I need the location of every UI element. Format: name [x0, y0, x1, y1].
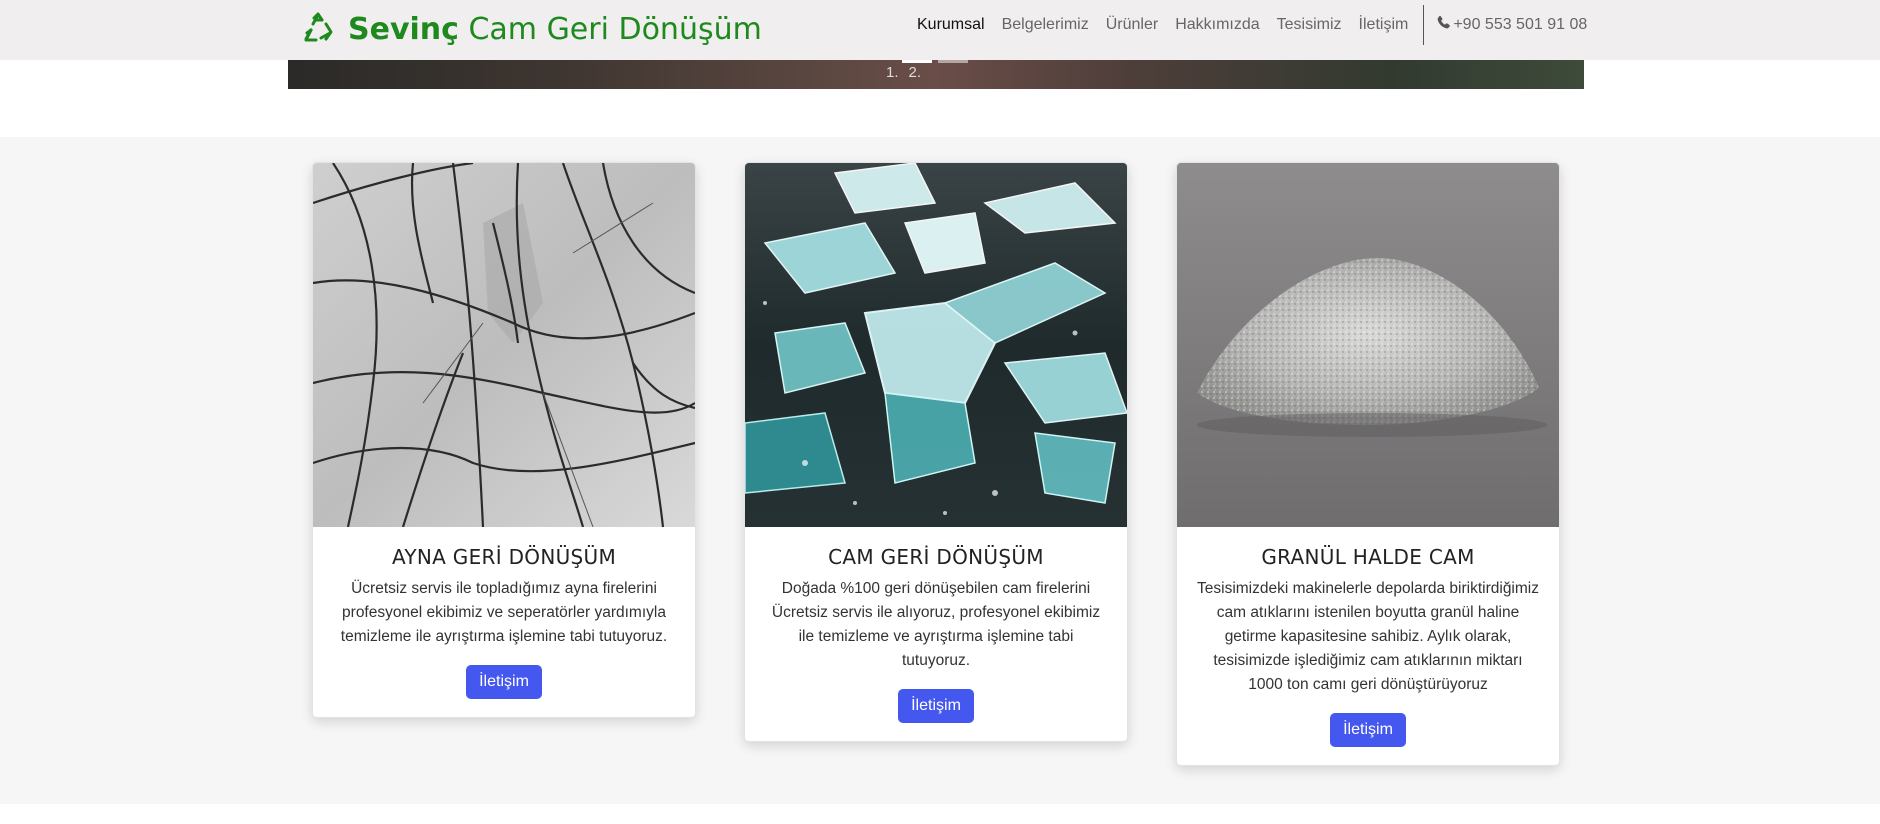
brand-name-bold: Sevinç	[348, 12, 459, 47]
carousel-indicator-label-2[interactable]: 2.	[909, 64, 922, 81]
nav-item-iletisim[interactable]: İletişim	[1359, 16, 1409, 34]
contact-button[interactable]: İletişim	[898, 689, 974, 723]
contact-button[interactable]: İletişim	[466, 665, 542, 699]
carousel-indicator-1[interactable]	[902, 60, 932, 63]
card-text: Tesisimizdeki makinelerle depolarda biri…	[1197, 580, 1539, 693]
phone-number: +90 553 501 91 08	[1453, 16, 1588, 33]
phone-icon	[1436, 15, 1451, 35]
main-nav: Kurumsal Belgelerimiz Ürünler Hakkımızda…	[917, 0, 1587, 50]
card-text: Doğada %100 geri dönüşebilen cam fireler…	[771, 580, 1101, 669]
nav-divider	[1423, 5, 1425, 45]
card-title: GRANÜL HALDE CAM	[1261, 545, 1475, 569]
recycle-icon	[302, 12, 334, 48]
hero-carousel: 1. 2.	[288, 60, 1584, 89]
nav-item-belgelerimiz[interactable]: Belgelerimiz	[1002, 16, 1089, 34]
card-text: Ücretsiz servis ile topladığımız ayna fi…	[340, 580, 668, 645]
card-title: CAM GERİ DÖNÜŞÜM	[828, 545, 1044, 569]
nav-item-tesisimiz[interactable]: Tesisimiz	[1277, 16, 1342, 34]
broken-glass-shards-image	[745, 163, 1127, 527]
service-card-cam: CAM GERİ DÖNÜŞÜM Doğada %100 geri dönüşe…	[744, 162, 1128, 742]
nav-item-kurumsal[interactable]: Kurumsal	[917, 16, 985, 34]
brand-link[interactable]: Sevinç Cam Geri Dönüşüm	[302, 8, 762, 52]
services-section: AYNA GERİ DÖNÜŞÜM Ücretsiz servis ile to…	[0, 137, 1880, 804]
brand-name-rest: Cam Geri Dönüşüm	[458, 12, 762, 47]
card-body: CAM GERİ DÖNÜŞÜM Doğada %100 geri dönüşe…	[745, 527, 1127, 741]
nav-item-hakkimizda[interactable]: Hakkımızda	[1175, 16, 1259, 34]
card-body: AYNA GERİ DÖNÜŞÜM Ücretsiz servis ile to…	[313, 527, 695, 717]
service-card-ayna: AYNA GERİ DÖNÜŞÜM Ücretsiz servis ile to…	[312, 162, 696, 718]
granular-glass-pile-image	[1177, 163, 1559, 527]
card-body: GRANÜL HALDE CAM Tesisimizdeki makineler…	[1177, 527, 1559, 765]
navbar: Sevinç Cam Geri Dönüşüm Kurumsal Belgele…	[0, 0, 1880, 60]
card-title: AYNA GERİ DÖNÜŞÜM	[391, 545, 617, 569]
phone-link[interactable]: +90 553 501 91 08	[1436, 15, 1587, 35]
cracked-mirror-image	[313, 163, 695, 527]
carousel-indicators	[902, 60, 968, 63]
carousel-indicator-label-1[interactable]: 1.	[886, 64, 899, 81]
carousel-indicator-2[interactable]	[938, 60, 968, 63]
brand-name: Sevinç Cam Geri Dönüşüm	[348, 15, 762, 45]
nav-item-urunler[interactable]: Ürünler	[1106, 16, 1158, 34]
contact-button[interactable]: İletişim	[1330, 713, 1406, 747]
carousel-indicator-labels: 1. 2.	[886, 64, 921, 81]
service-card-granul: GRANÜL HALDE CAM Tesisimizdeki makineler…	[1176, 162, 1560, 766]
